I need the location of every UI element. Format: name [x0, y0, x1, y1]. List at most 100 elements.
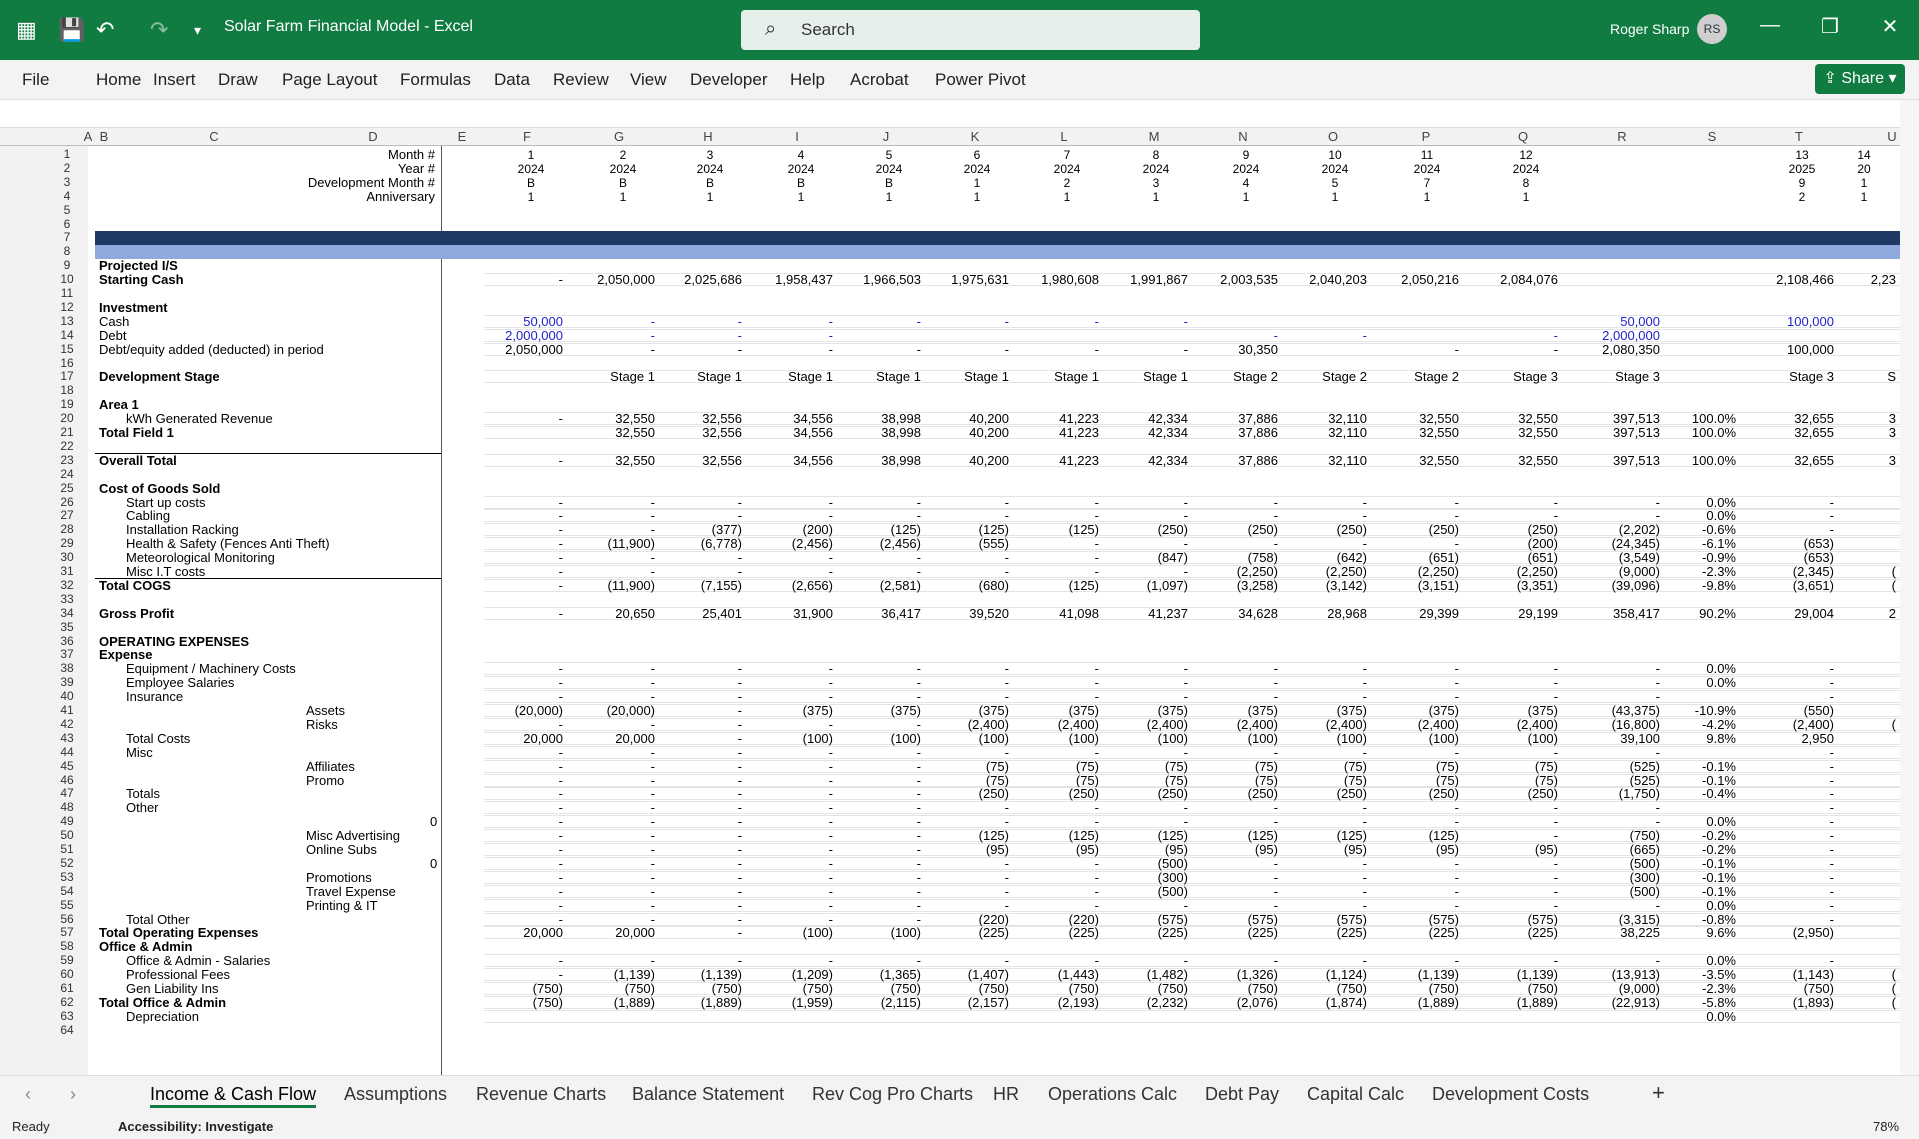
col-header-u[interactable]: U	[1882, 129, 1902, 144]
data-cell[interactable]: -	[571, 856, 655, 871]
data-cell[interactable]: -	[925, 870, 1009, 885]
data-cell[interactable]: -	[1104, 676, 1188, 690]
data-cell[interactable]: -	[1750, 690, 1834, 704]
data-cell[interactable]: -	[837, 509, 921, 523]
data-cell[interactable]: -	[479, 509, 563, 523]
data-cell[interactable]: -	[571, 676, 655, 690]
data-cell[interactable]: -	[1283, 856, 1367, 871]
data-cell[interactable]: -	[837, 815, 921, 829]
data-cell[interactable]: -	[658, 314, 742, 329]
row-number[interactable]: 22	[52, 439, 82, 453]
data-cell[interactable]: (1,889)	[658, 995, 742, 1010]
data-cell[interactable]: -	[1194, 509, 1278, 523]
row-number[interactable]: 26	[52, 495, 82, 509]
data-cell[interactable]: 28,968	[1283, 606, 1367, 621]
data-cell[interactable]: 2,000,000	[479, 328, 563, 343]
data-cell[interactable]: (653)	[1750, 537, 1834, 551]
data-cell[interactable]: (7,155)	[658, 578, 742, 593]
data-cell[interactable]: -	[571, 523, 655, 537]
data-cell[interactable]: 0.0%	[1652, 815, 1736, 829]
data-cell[interactable]: -	[658, 856, 742, 871]
row-number[interactable]: 60	[52, 967, 82, 981]
data-cell[interactable]: (95)	[925, 843, 1009, 857]
data-cell[interactable]: (750)	[479, 982, 563, 996]
data-cell[interactable]: -	[1576, 690, 1660, 704]
data-cell[interactable]: -	[1750, 843, 1834, 857]
data-cell[interactable]: (100)	[1015, 731, 1099, 746]
data-cell[interactable]: -	[1750, 801, 1834, 815]
row-number[interactable]: 5	[52, 203, 82, 217]
data-cell[interactable]: (75)	[1104, 759, 1188, 774]
data-cell[interactable]: -	[571, 662, 655, 676]
data-cell[interactable]: 41,098	[1015, 606, 1099, 621]
data-cell[interactable]: 3	[1812, 426, 1896, 440]
data-cell[interactable]: (95)	[1375, 843, 1459, 857]
data-cell[interactable]: -	[1750, 759, 1834, 774]
data-cell[interactable]: -	[1283, 328, 1367, 343]
data-cell[interactable]: -	[837, 912, 921, 927]
undo-icon[interactable]: ↶	[96, 15, 114, 45]
row-number[interactable]: 12	[52, 300, 82, 314]
data-cell[interactable]: (1,443)	[1015, 968, 1099, 982]
close-icon[interactable]: ✕	[1875, 14, 1905, 39]
col-header-e[interactable]: E	[447, 129, 477, 144]
data-cell[interactable]: (9,000)	[1576, 982, 1660, 996]
data-cell[interactable]: -	[749, 676, 833, 690]
data-cell[interactable]: 397,513	[1576, 426, 1660, 440]
data-cell[interactable]: -	[1283, 898, 1367, 913]
data-cell[interactable]: -	[1015, 551, 1099, 565]
data-cell[interactable]: -	[1474, 829, 1558, 843]
data-cell[interactable]: -	[658, 884, 742, 899]
data-cell[interactable]: -	[571, 565, 655, 579]
data-cell[interactable]: -	[1283, 537, 1367, 551]
row-number[interactable]: 61	[52, 981, 82, 995]
data-cell[interactable]: -	[1283, 495, 1367, 510]
data-cell[interactable]: (2,400)	[925, 717, 1009, 732]
data-cell[interactable]: (22,913)	[1576, 995, 1660, 1010]
data-cell[interactable]: -	[925, 509, 1009, 523]
data-cell[interactable]: (250)	[1194, 787, 1278, 801]
data-cell[interactable]: -	[658, 829, 742, 843]
data-cell[interactable]: (100)	[925, 731, 1009, 746]
data-cell[interactable]: (	[1812, 995, 1896, 1010]
menu-item-formulas[interactable]: Formulas	[400, 70, 471, 90]
row-number[interactable]: 37	[52, 647, 82, 661]
data-cell[interactable]: 32,550	[571, 453, 655, 468]
tab-revenue-charts[interactable]: Revenue Charts	[476, 1084, 606, 1105]
data-cell[interactable]: 37,886	[1194, 426, 1278, 440]
data-cell[interactable]: (750)	[1015, 982, 1099, 996]
data-cell[interactable]: -	[1750, 815, 1834, 829]
data-cell[interactable]: 0.0%	[1652, 676, 1736, 690]
col-header-m[interactable]: M	[1134, 129, 1174, 144]
data-cell[interactable]: -	[749, 870, 833, 885]
data-cell[interactable]: (575)	[1194, 912, 1278, 927]
data-cell[interactable]: (95)	[1474, 843, 1558, 857]
tab-capital-calc[interactable]: Capital Calc	[1307, 1084, 1404, 1105]
data-cell[interactable]: -	[837, 551, 921, 565]
data-cell[interactable]: (225)	[1015, 926, 1099, 940]
data-cell[interactable]: 42,334	[1104, 426, 1188, 440]
row-number[interactable]: 24	[52, 467, 82, 481]
data-cell[interactable]: (1,139)	[1474, 968, 1558, 982]
data-cell[interactable]: (2,656)	[749, 578, 833, 593]
cell-grid[interactable]: Month #1 2 3 4 5 6 7 8 9 10 11 12 13 14 Year #2024 2024…	[88, 146, 1900, 1075]
data-cell[interactable]: (847)	[1104, 551, 1188, 565]
data-cell[interactable]: Stage 3	[1474, 370, 1558, 384]
data-cell[interactable]: -	[1375, 745, 1459, 760]
data-cell[interactable]: -	[1104, 954, 1188, 968]
data-cell[interactable]: -	[1474, 342, 1558, 357]
data-cell[interactable]: -	[1015, 342, 1099, 357]
data-cell[interactable]: 41,223	[1015, 412, 1099, 426]
data-cell[interactable]: (2,250)	[1194, 565, 1278, 579]
data-cell[interactable]: -	[479, 843, 563, 857]
data-cell[interactable]: (100)	[1104, 731, 1188, 746]
data-cell[interactable]: 41,237	[1104, 606, 1188, 621]
data-cell[interactable]: -	[1375, 537, 1459, 551]
data-cell[interactable]: (250)	[1375, 523, 1459, 537]
data-cell[interactable]: (	[1812, 968, 1896, 982]
menu-item-home[interactable]: Home	[96, 70, 141, 90]
data-cell[interactable]: (1,124)	[1283, 968, 1367, 982]
data-cell[interactable]: -	[1194, 676, 1278, 690]
data-cell[interactable]: Stage 2	[1194, 370, 1278, 384]
data-cell[interactable]: Stage 3	[1576, 370, 1660, 384]
